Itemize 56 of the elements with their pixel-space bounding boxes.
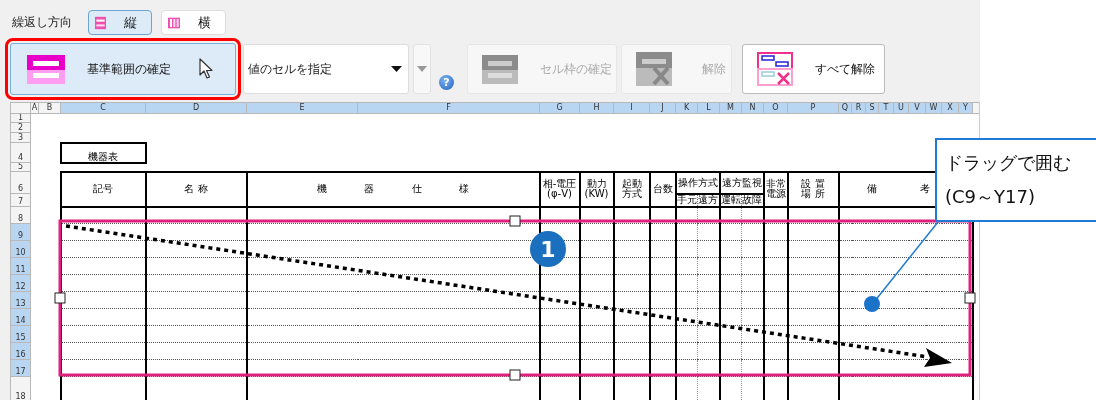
direction-toggle[interactable]: 縦: [88, 10, 152, 35]
column-header[interactable]: Y: [958, 102, 973, 114]
direction-toggle[interactable]: 横: [161, 10, 226, 35]
table-header-cell: 手元: [675, 193, 698, 207]
column-header[interactable]: L: [697, 102, 720, 114]
table-header-cell: 機 器 仕 様: [246, 171, 540, 207]
column-header[interactable]: D: [145, 102, 247, 114]
direction-label: 繰返し方向: [12, 14, 72, 31]
column-header[interactable]: V: [908, 102, 926, 114]
column-header[interactable]: R: [851, 102, 866, 114]
column-header[interactable]: U: [893, 102, 909, 114]
table-header-cell: 故障: [741, 193, 764, 207]
column-header[interactable]: Q: [838, 102, 852, 114]
table-title: 機器表: [60, 142, 146, 163]
table-header-cell: 起動 方式: [613, 171, 650, 207]
table-header-cell: 相-電圧 (φ-V): [539, 171, 580, 207]
column-header[interactable]: E: [246, 102, 358, 114]
column-header[interactable]: N: [741, 102, 764, 114]
table-header-cell: 動力 (KW): [579, 171, 614, 207]
table-header-cell: 設 置 場 所: [787, 171, 839, 207]
row-header[interactable]: 5: [10, 162, 31, 172]
table-header-cell: 記号: [60, 171, 146, 207]
table-header-cell: 名 称: [145, 171, 247, 207]
table-header-cell: 非常 電源: [763, 171, 788, 207]
column-header[interactable]: S: [865, 102, 879, 114]
table-header-cell: 操作方式: [675, 171, 720, 194]
table-header-cell: 遠方監視: [719, 171, 764, 194]
column-header[interactable]: K: [675, 102, 698, 114]
row-header[interactable]: 2: [10, 122, 31, 133]
action-button[interactable]: すべて解除: [742, 44, 885, 94]
table-header-cell: 遠方: [697, 193, 720, 207]
column-header[interactable]: P: [787, 102, 839, 114]
value-dropdown[interactable]: 値のセルを指定: [243, 44, 409, 94]
column-header[interactable]: O: [763, 102, 788, 114]
column-header[interactable]: I: [613, 102, 650, 114]
column-header[interactable]: A: [30, 102, 39, 114]
row-header[interactable]: 6: [10, 171, 31, 194]
column-header[interactable]: B: [38, 102, 61, 114]
column-header[interactable]: T: [878, 102, 894, 114]
column-header[interactable]: J: [649, 102, 676, 114]
callout-text: ドラッグで囲む: [945, 152, 1071, 173]
column-header[interactable]: W: [925, 102, 942, 114]
row-header[interactable]: 18: [10, 376, 31, 400]
column-header[interactable]: M: [719, 102, 742, 114]
step-badge: 1: [530, 231, 566, 267]
table-header-cell: 運転: [719, 193, 742, 207]
column-header[interactable]: X: [941, 102, 959, 114]
column-header[interactable]: G: [539, 102, 580, 114]
column-header[interactable]: H: [579, 102, 614, 114]
row-header[interactable]: 4: [10, 142, 31, 163]
row-header[interactable]: 1: [10, 113, 31, 123]
confirm-range-button[interactable]: 基準範囲の確定: [10, 43, 236, 95]
table-header-cell: 台数: [649, 171, 676, 207]
row-header[interactable]: 3: [10, 132, 31, 143]
column-header[interactable]: F: [357, 102, 540, 114]
column-header[interactable]: C: [60, 102, 146, 114]
